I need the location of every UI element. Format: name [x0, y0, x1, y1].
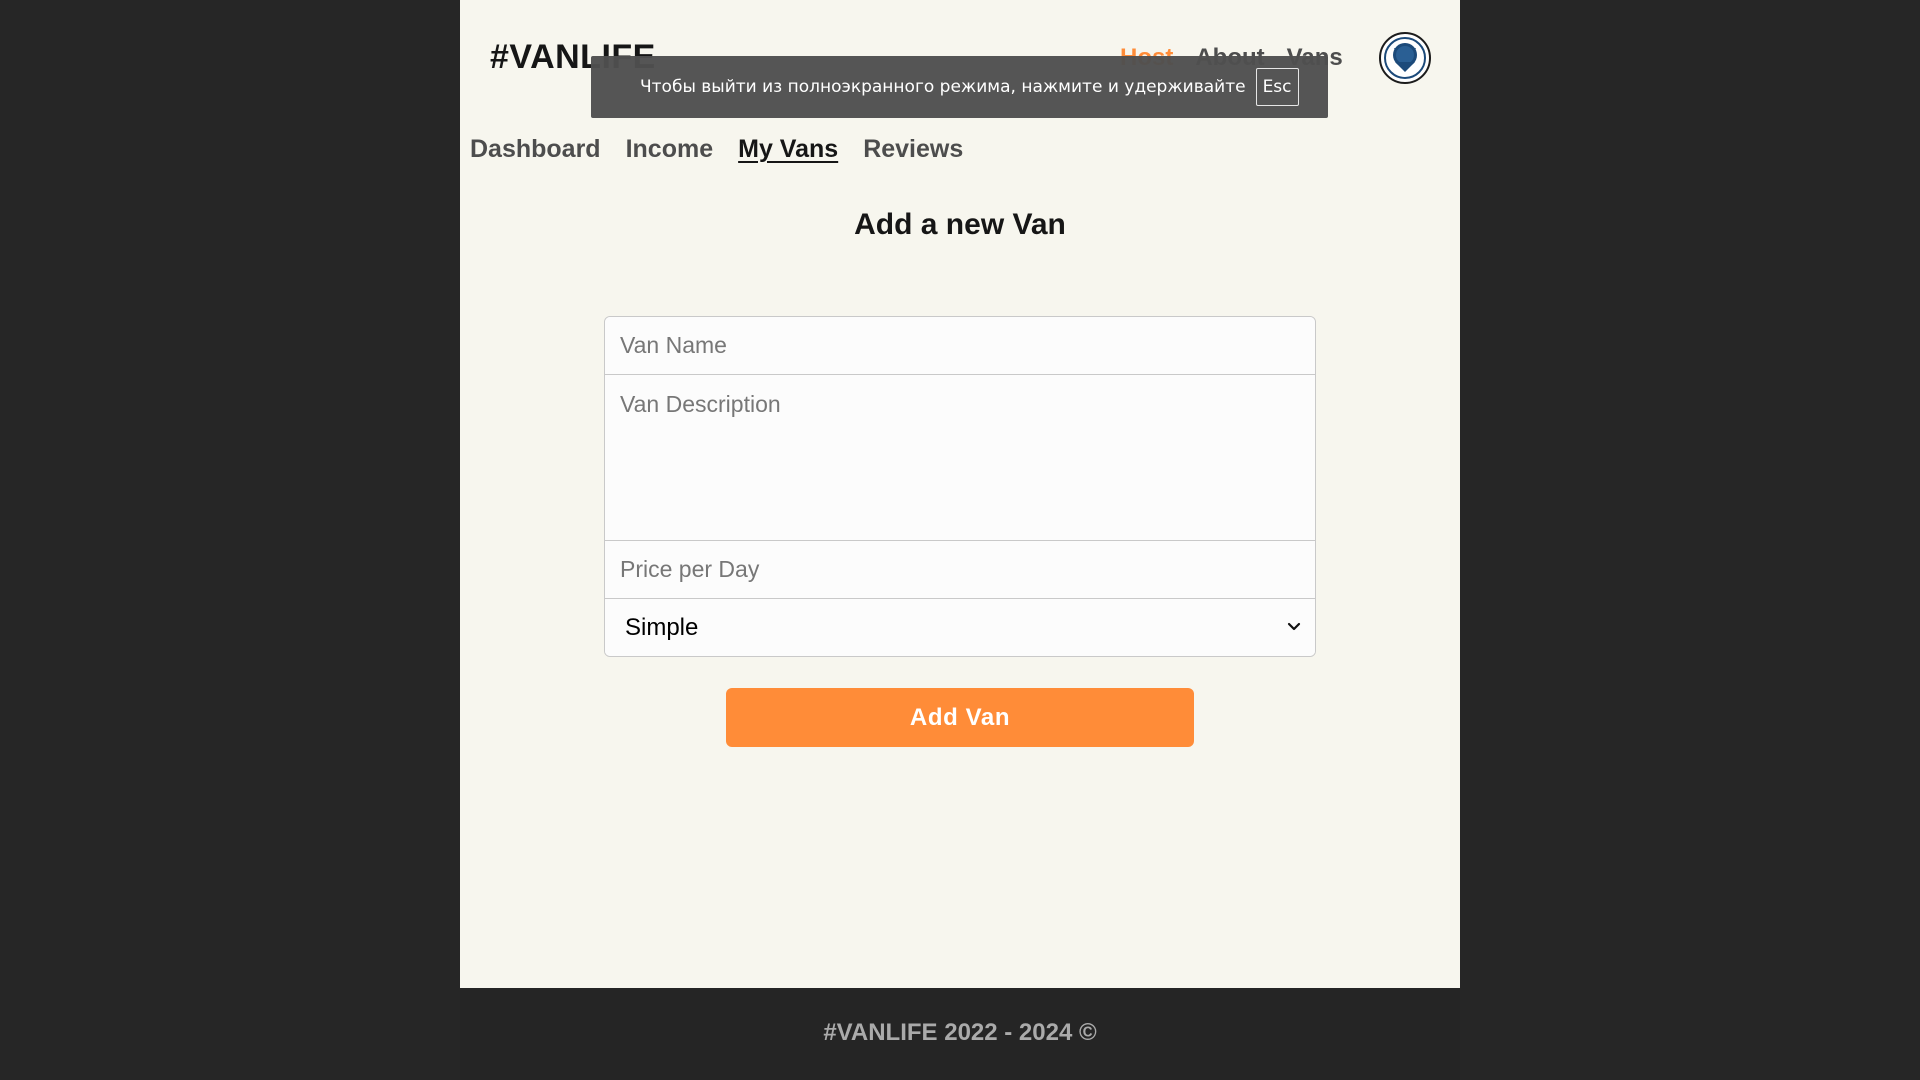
van-type-select[interactable]: Simple — [605, 599, 1315, 656]
add-van-button[interactable]: Add Van — [726, 688, 1194, 747]
van-type-select-wrap: Simple — [605, 599, 1315, 656]
user-avatar-button[interactable] — [1379, 32, 1431, 84]
host-nav-reviews[interactable]: Reviews — [863, 135, 963, 164]
van-name-input[interactable] — [605, 317, 1315, 375]
van-description-input[interactable] — [605, 375, 1315, 541]
host-nav: Dashboard Income My Vans Reviews — [470, 135, 963, 164]
footer-copyright: #VANLIFE 2022 - 2024 © — [823, 1019, 1097, 1046]
add-van-form: Simple — [604, 316, 1316, 657]
page-title: Add a new Van — [854, 208, 1066, 241]
app-container: #VANLIFE Host About Vans Dashboard Incom… — [460, 0, 1460, 1080]
user-avatar-icon — [1384, 37, 1426, 79]
host-nav-income[interactable]: Income — [626, 135, 714, 164]
fullscreen-exit-notice: Чтобы выйти из полноэкранного режима, на… — [591, 56, 1328, 118]
site-footer: #VANLIFE 2022 - 2024 © — [460, 988, 1460, 1080]
esc-key-badge: Esc — [1255, 68, 1299, 106]
price-per-day-input[interactable] — [605, 541, 1315, 599]
host-nav-dashboard[interactable]: Dashboard — [470, 135, 601, 164]
host-nav-my-vans[interactable]: My Vans — [738, 135, 838, 164]
fullscreen-notice-message: Чтобы выйти из полноэкранного режима, на… — [640, 77, 1246, 97]
